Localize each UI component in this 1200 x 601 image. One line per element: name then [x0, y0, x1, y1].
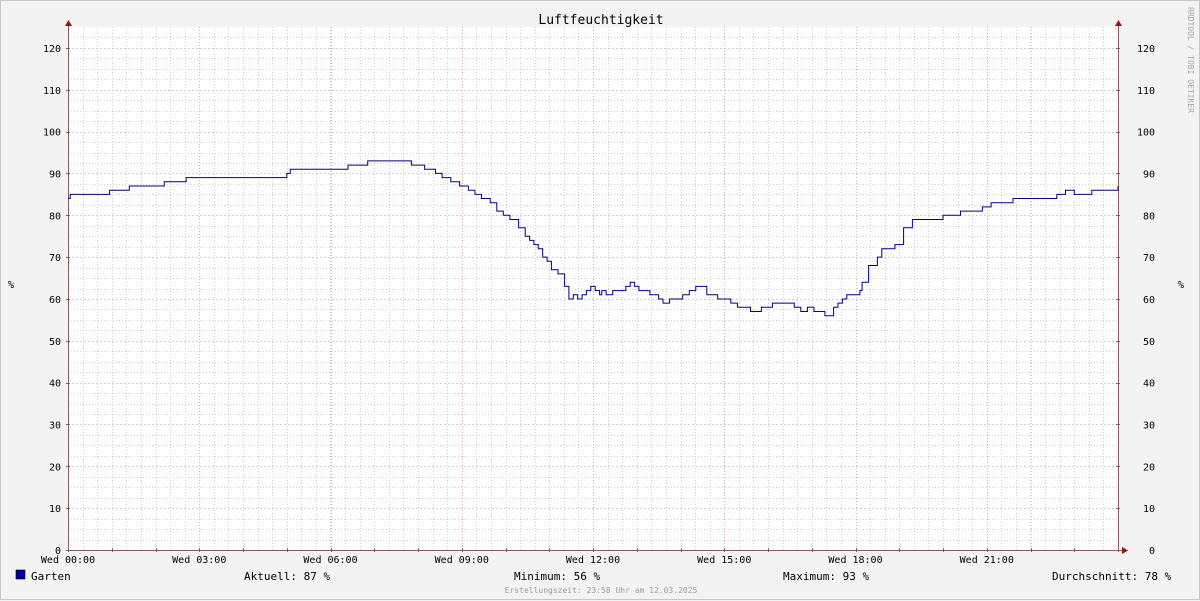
x-axis-arrow — [1122, 547, 1128, 554]
y-tick-label: 70 — [49, 253, 61, 264]
y-tick-label: 20 — [1143, 462, 1155, 473]
y-tick-label: 110 — [43, 86, 61, 97]
y-tick-label: 100 — [43, 128, 61, 139]
y-tick-label: 110 — [1137, 86, 1155, 97]
y-tick-label: 30 — [1143, 420, 1155, 431]
y-tick-label: 0 — [1149, 546, 1155, 557]
y-tick-label: 30 — [49, 420, 61, 431]
x-tick-label: Wed 12:00 — [566, 555, 620, 566]
stat-0: Aktuell: 87 % — [244, 570, 330, 583]
chart-frame: 0 10 20 30 40 50 60 70 80 90 100 110 120 0 10 20 30 40 50… — [0, 0, 1200, 600]
y-tick-label: 120 — [1137, 44, 1155, 55]
x-tick-label: Wed 21:00 — [960, 555, 1014, 566]
y-tick-labels-left: 0102030405060708090100110120 — [43, 44, 61, 557]
stat-1: Minimum: 56 % — [514, 570, 600, 583]
x-tick-label: Wed 06:00 — [303, 555, 357, 566]
legend-swatch — [15, 569, 26, 580]
y-tick-labels-right: 0 10 20 30 40 50 60 70 80 90 100 110 120 — [1137, 44, 1155, 557]
y-tick-label: 90 — [1143, 169, 1155, 180]
y-tick-label: 40 — [1143, 379, 1155, 390]
y-tick-label: 10 — [49, 504, 61, 515]
y-axis-label-right: % — [1178, 280, 1184, 291]
humidity-chart: 0 10 20 30 40 50 60 70 80 90 100 110 120 0 10 20 30 40 50… — [8, 7, 1195, 595]
x-tick-labels: Wed 00:00 Wed 03:00 Wed 06:00 Wed 09:00 Wed … — [41, 555, 1014, 566]
y-tick-label: 120 — [43, 44, 61, 55]
y-tick-label: 80 — [49, 211, 61, 222]
y-tick-label: 50 — [49, 337, 61, 348]
stats-row: Aktuell: 87 % Minimum: 56 % Maximum: 93 % D… — [244, 570, 1172, 583]
x-tick-label: Wed 09:00 — [435, 555, 489, 566]
stat-3: Durchschnitt: 78 % — [1052, 570, 1172, 583]
y-tick-label: 10 — [1143, 504, 1155, 515]
x-tick-label: Wed 18:00 — [828, 555, 882, 566]
legend-label: Garten — [31, 570, 71, 583]
y-tick-label: 50 — [1143, 337, 1155, 348]
x-tick-label: Wed 03:00 — [172, 555, 226, 566]
y-axis-arrow-right — [1115, 20, 1122, 26]
y-tick-label: 60 — [49, 295, 61, 306]
x-tick-label: Wed 15:00 — [697, 555, 751, 566]
y-tick-label: 100 — [1137, 128, 1155, 139]
y-axis-label-left: % — [8, 280, 14, 291]
y-axis-arrow-left — [65, 20, 72, 26]
x-tick-label: Wed 00:00 — [41, 555, 95, 566]
y-tick-label: 90 — [49, 169, 61, 180]
y-tick-label: 60 — [1143, 295, 1155, 306]
creation-time-footer: Erstellungszeit: 23:58 Uhr am 12.03.2025 — [505, 586, 698, 595]
y-tick-label: 70 — [1143, 253, 1155, 264]
y-tick-label: 40 — [49, 379, 61, 390]
rrdtool-watermark: RRDTOOL / TOBI OETIKER — [1186, 7, 1195, 113]
stat-2: Maximum: 93 % — [783, 570, 869, 583]
chart-title: Luftfeuchtigkeit — [538, 13, 663, 28]
y-tick-label: 20 — [49, 462, 61, 473]
y-tick-label: 80 — [1143, 211, 1155, 222]
